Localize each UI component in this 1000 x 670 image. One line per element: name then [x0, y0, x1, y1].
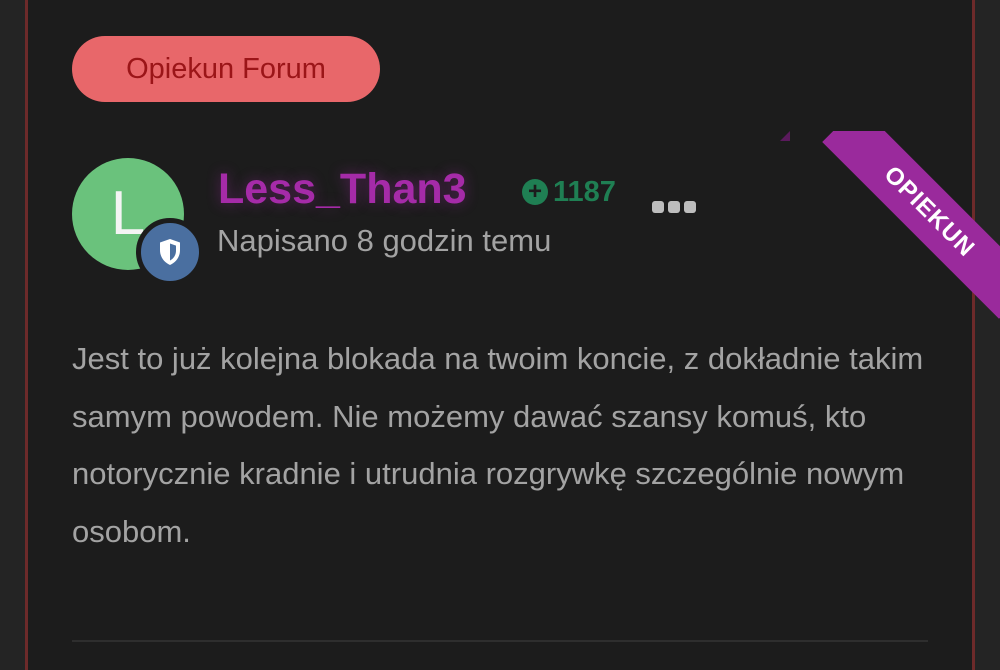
author-username[interactable]: Less_Than3	[216, 162, 469, 216]
post-card: Opiekun Forum L Less_Than3 + 1187 Napisa…	[28, 0, 1000, 670]
reputation-value: 1187	[553, 176, 616, 208]
ellipsis-icon-dot	[684, 201, 696, 213]
shield-icon	[160, 239, 180, 265]
divider	[72, 640, 928, 642]
role-ribbon: OPIEKUN	[822, 131, 1000, 319]
left-edge	[0, 0, 28, 670]
page: Opiekun Forum L Less_Than3 + 1187 Napisa…	[0, 0, 1000, 670]
ellipsis-icon-dot	[652, 201, 664, 213]
post-content: Jest to już kolejna blokada na twoim kon…	[72, 341, 924, 549]
post-timestamp[interactable]: Napisano 8 godzin temu	[217, 220, 551, 262]
author-avatar-wrap[interactable]: L	[72, 158, 204, 286]
reputation-counter: + 1187	[522, 172, 616, 212]
ellipsis-icon-dot	[668, 201, 680, 213]
plus-circle-icon: +	[522, 179, 548, 205]
forum-role-badge[interactable]: Opiekun Forum	[72, 36, 380, 102]
role-ribbon-wrap: OPIEKUN	[780, 131, 1000, 341]
more-options-button[interactable]	[652, 194, 704, 220]
moderator-badge	[136, 218, 204, 286]
